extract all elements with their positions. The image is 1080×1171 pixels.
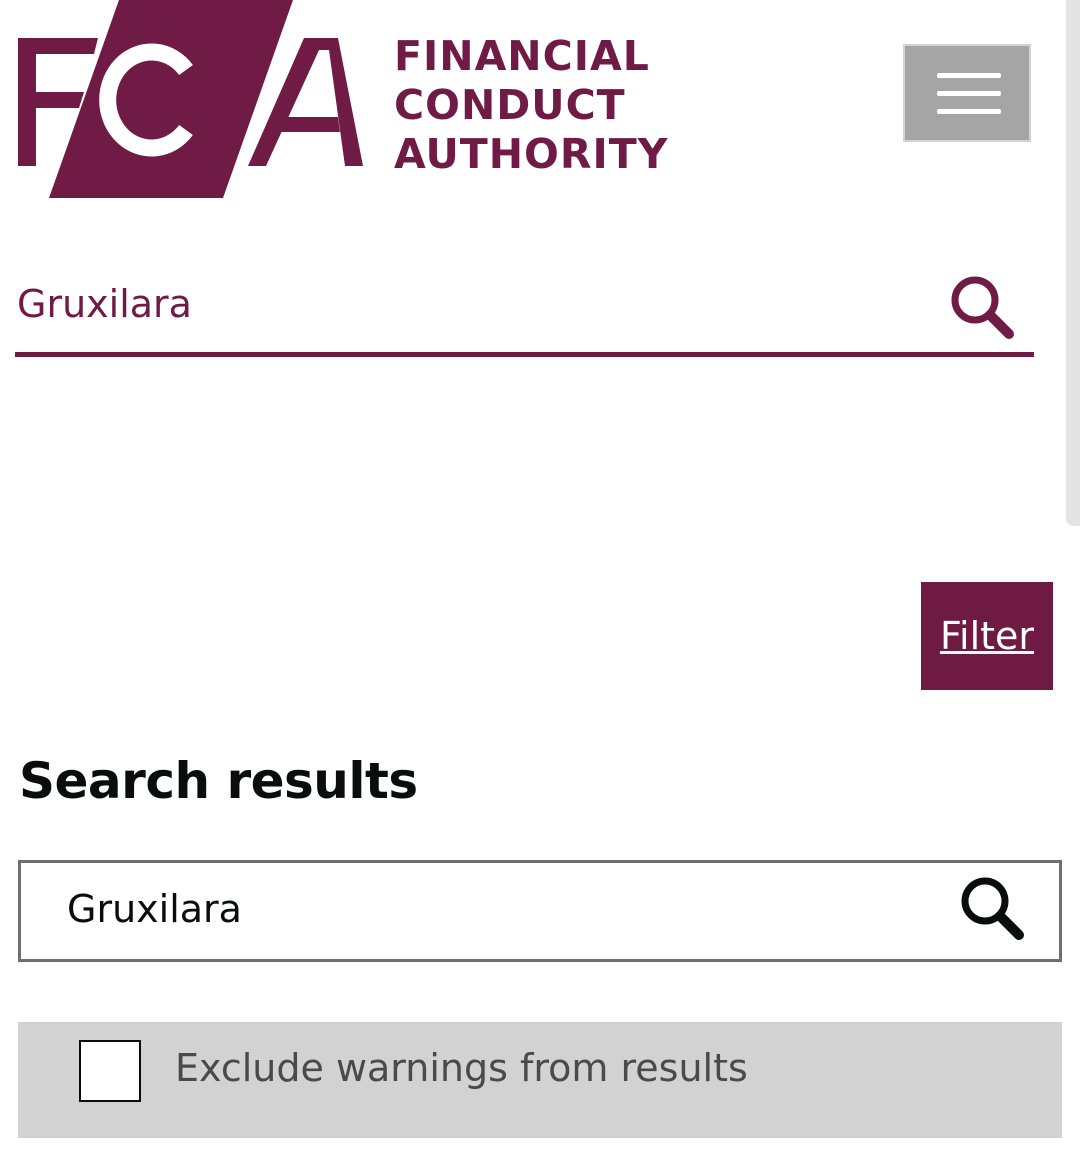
exclude-warnings-label[interactable]: Exclude warnings from results	[175, 1046, 748, 1090]
logo-a-bar	[278, 117, 340, 132]
logo-f-middle	[18, 92, 84, 108]
header-search-field[interactable]: Gruxilara	[15, 262, 1034, 357]
page-title: Search results	[19, 752, 418, 810]
results-search-input[interactable]: Gruxilara	[67, 887, 242, 931]
header-search-input[interactable]: Gruxilara	[17, 282, 192, 326]
logo-word-authority: AUTHORITY	[394, 130, 669, 178]
results-search-field[interactable]: Gruxilara	[18, 860, 1062, 962]
logo-f-top	[18, 38, 98, 54]
search-icon[interactable]	[949, 274, 1015, 340]
logo-wordmark: FINANCIAL CONDUCT AUTHORITY	[394, 32, 668, 179]
search-icon[interactable]	[959, 875, 1025, 941]
page-scrollbar[interactable]	[1066, 0, 1080, 526]
logo-word-financial: FINANCIAL	[394, 32, 650, 80]
exclude-warnings-row[interactable]: Exclude warnings from results	[18, 1022, 1062, 1138]
filter-button[interactable]: Filter	[921, 582, 1053, 690]
logo-word-conduct: CONDUCT	[394, 81, 626, 129]
exclude-warnings-checkbox[interactable]	[79, 1040, 141, 1102]
menu-button[interactable]	[903, 44, 1031, 142]
page: FINANCIAL CONDUCT AUTHORITY Gruxilara Fi…	[0, 0, 1080, 1171]
fca-logo[interactable]	[18, 0, 363, 198]
logo-parallelogram	[49, 0, 293, 198]
